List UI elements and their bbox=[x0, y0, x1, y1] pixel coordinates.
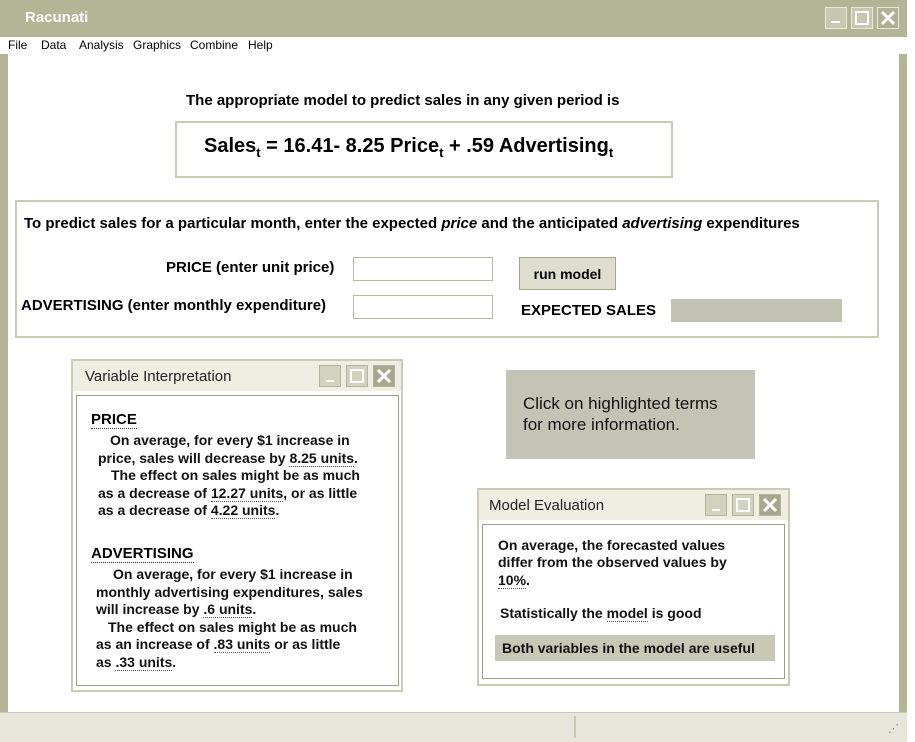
expected-sales-output bbox=[671, 299, 842, 322]
error-percent-link[interactable]: 10% bbox=[498, 572, 527, 589]
vi-close-button[interactable] bbox=[373, 365, 395, 387]
window-frame-left bbox=[0, 54, 8, 714]
price-input[interactable] bbox=[353, 257, 493, 281]
model-intro-text: The appropriate model to predict sales i… bbox=[186, 92, 620, 109]
eval-text-line-3: 10%. bbox=[498, 572, 530, 589]
price-text-line-5: as a decrease of 4.22 units. bbox=[98, 502, 280, 519]
close-icon bbox=[376, 368, 392, 384]
adv-text-line-4: The effect on sales might be as much bbox=[108, 619, 357, 635]
run-model-button[interactable]: run model bbox=[519, 257, 616, 290]
eval-text-line-2: differ from the observed values by bbox=[498, 554, 727, 570]
variables-useful-text: Both variables in the model are useful bbox=[502, 640, 755, 656]
vi-minimize-button[interactable] bbox=[319, 365, 341, 387]
adv-text-line-1: On average, for every $1 increase in bbox=[113, 566, 353, 582]
hint-text: Click on highlighted terms for more infor… bbox=[523, 394, 718, 434]
window-frame-right bbox=[899, 54, 907, 714]
menu-graphics[interactable]: Graphics bbox=[133, 38, 181, 52]
me-minimize-button[interactable] bbox=[705, 494, 727, 516]
advertising-heading-link[interactable]: ADVERTISING bbox=[91, 545, 194, 563]
variable-window-title: Variable Interpretation bbox=[85, 368, 232, 385]
expected-sales-label: EXPECTED SALES bbox=[521, 302, 657, 319]
minimize-button[interactable] bbox=[825, 7, 847, 29]
minimize-icon bbox=[712, 509, 720, 511]
adv-text-line-3: will increase by .6 units. bbox=[96, 601, 257, 618]
maximize-icon bbox=[855, 11, 869, 25]
price-label: PRICE (enter unit price) bbox=[166, 259, 335, 276]
menu-data[interactable]: Data bbox=[41, 38, 66, 52]
close-icon bbox=[880, 10, 896, 26]
eval-stat-line: Statistically the model is good bbox=[500, 605, 702, 622]
close-icon bbox=[762, 497, 778, 513]
price-lower-link[interactable]: 4.22 units bbox=[210, 502, 276, 519]
model-link[interactable]: model bbox=[606, 605, 648, 622]
price-effect-link[interactable]: 8.25 units bbox=[289, 450, 355, 467]
maximize-icon bbox=[350, 369, 364, 383]
minimize-icon bbox=[326, 380, 334, 382]
adv-text-line-5: as an increase of .83 units or as little bbox=[96, 636, 341, 653]
status-separator bbox=[574, 716, 576, 738]
menu-help[interactable]: Help bbox=[248, 38, 273, 52]
price-upper-link[interactable]: 12.27 units bbox=[210, 485, 284, 502]
advertising-input[interactable] bbox=[353, 295, 493, 319]
close-button[interactable] bbox=[877, 7, 899, 29]
model-eval-title: Model Evaluation bbox=[489, 497, 605, 514]
prediction-instructions: To predict sales for a particular month,… bbox=[24, 215, 800, 232]
resize-grip-icon[interactable]: ⋰ bbox=[888, 722, 899, 735]
maximize-icon bbox=[736, 498, 750, 512]
adv-text-line-2: monthly advertising expenditures, sales bbox=[96, 584, 363, 600]
adv-upper-link[interactable]: .83 units bbox=[213, 636, 271, 653]
window-title: Racunati bbox=[25, 9, 89, 26]
menu-file[interactable]: File bbox=[8, 38, 27, 52]
maximize-button[interactable] bbox=[851, 7, 873, 29]
adv-lower-link[interactable]: .33 units bbox=[115, 654, 173, 671]
eval-text-line-1: On average, the forecasted values bbox=[498, 537, 726, 553]
adv-effect-link[interactable]: .6 units bbox=[203, 601, 253, 618]
me-maximize-button[interactable] bbox=[732, 494, 754, 516]
model-equation: Salest = 16.41- 8.25 Pricet + .59 Advert… bbox=[204, 135, 614, 160]
price-text-line-1: On average, for every $1 increase in bbox=[110, 432, 350, 448]
price-text-line-3: The effect on sales might be as much bbox=[111, 467, 360, 483]
price-text-line-2: price, sales will decrease by 8.25 units… bbox=[98, 450, 358, 467]
price-text-line-4: as a decrease of 12.27 units, or as litt… bbox=[98, 485, 358, 502]
adv-text-line-6: as .33 units. bbox=[96, 654, 177, 671]
menu-combine[interactable]: Combine bbox=[190, 38, 238, 52]
advertising-label: ADVERTISING (enter monthly expenditure) bbox=[21, 297, 327, 314]
status-bar bbox=[0, 712, 907, 742]
minimize-icon bbox=[831, 21, 840, 23]
price-heading-link[interactable]: PRICE bbox=[91, 411, 137, 429]
menu-analysis[interactable]: Analysis bbox=[79, 38, 124, 52]
me-close-button[interactable] bbox=[759, 494, 781, 516]
title-bar bbox=[0, 0, 907, 37]
vi-maximize-button[interactable] bbox=[346, 365, 368, 387]
